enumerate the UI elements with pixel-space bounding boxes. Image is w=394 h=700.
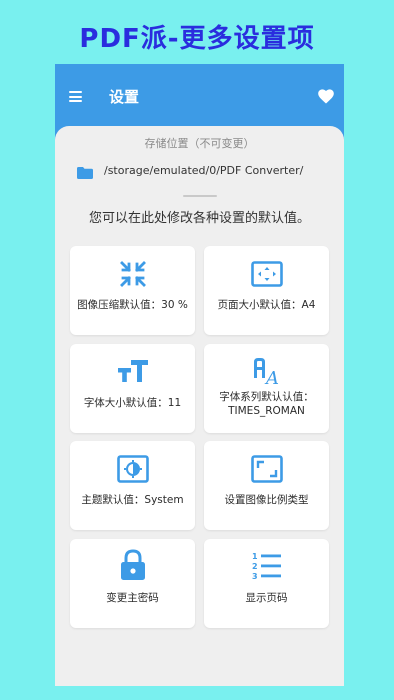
font-family-label-line1: 字体系列默认认值： [219,391,314,403]
app-screen: 设置 存储位置（不可变更） /storage/emulated/0/PDF Co… [55,64,344,686]
font-family-label-line2: TIMES_ROMAN [228,405,305,417]
font-size-label: 字体大小默认值：11 [83,397,182,409]
divider [183,195,217,197]
folder-icon [77,167,93,179]
svg-text:2: 2 [252,562,258,571]
page-size-card[interactable]: 页面大小默认值：A4 [204,246,329,335]
change-password-card[interactable]: 变更主密码 [70,539,195,628]
show-page-numbers-card[interactable]: 1 2 3 显示页码 [204,539,329,628]
page-size-label: 页面大小默认值：A4 [217,299,316,311]
svg-text:3: 3 [252,572,258,581]
page-size-icon [250,261,283,287]
font-size-card[interactable]: 字体大小默认值：11 [70,344,195,433]
lock-icon [120,549,145,580]
menu-icon[interactable] [69,91,82,102]
aspect-ratio-icon [250,455,283,483]
svg-text:1: 1 [252,552,258,561]
page-title: 设置 [109,88,140,106]
image-compression-label: 图像压缩默认值：30 % [77,299,188,311]
app-bar: 设置 [55,64,344,128]
theme-card[interactable]: 主题默认值：System [70,441,195,530]
font-family-label: 字体系列默认认值： TIMES_ROMAN [208,390,325,418]
show-page-numbers-label: 显示页码 [245,592,288,604]
numbered-list-icon: 1 2 3 [252,552,281,581]
image-compression-card[interactable]: 图像压缩默认值：30 % [70,246,195,335]
svg-text:A: A [264,368,279,386]
promo-title: PDF派-更多设置项 [79,24,315,54]
image-scale-type-card[interactable]: 设置图像比例类型 [204,441,329,530]
change-password-label: 变更主密码 [106,592,159,604]
storage-path: /storage/emulated/0/PDF Converter/ [104,164,304,177]
theme-icon [116,455,149,483]
compress-icon [119,261,146,287]
settings-hint: 您可以在此处修改各种设置的默认值。 [88,211,310,226]
font-family-card[interactable]: A 字体系列默认认值： TIMES_ROMAN [204,344,329,433]
font-size-icon [117,360,148,382]
heart-icon[interactable] [318,89,334,104]
theme-label: 主题默认值：System [81,494,184,506]
image-scale-type-label: 设置图像比例类型 [224,494,309,506]
settings-panel: 存储位置（不可变更） /storage/emulated/0/PDF Conve… [55,126,344,686]
storage-label: 存储位置（不可变更） [144,137,255,150]
font-family-icon: A [253,358,279,386]
